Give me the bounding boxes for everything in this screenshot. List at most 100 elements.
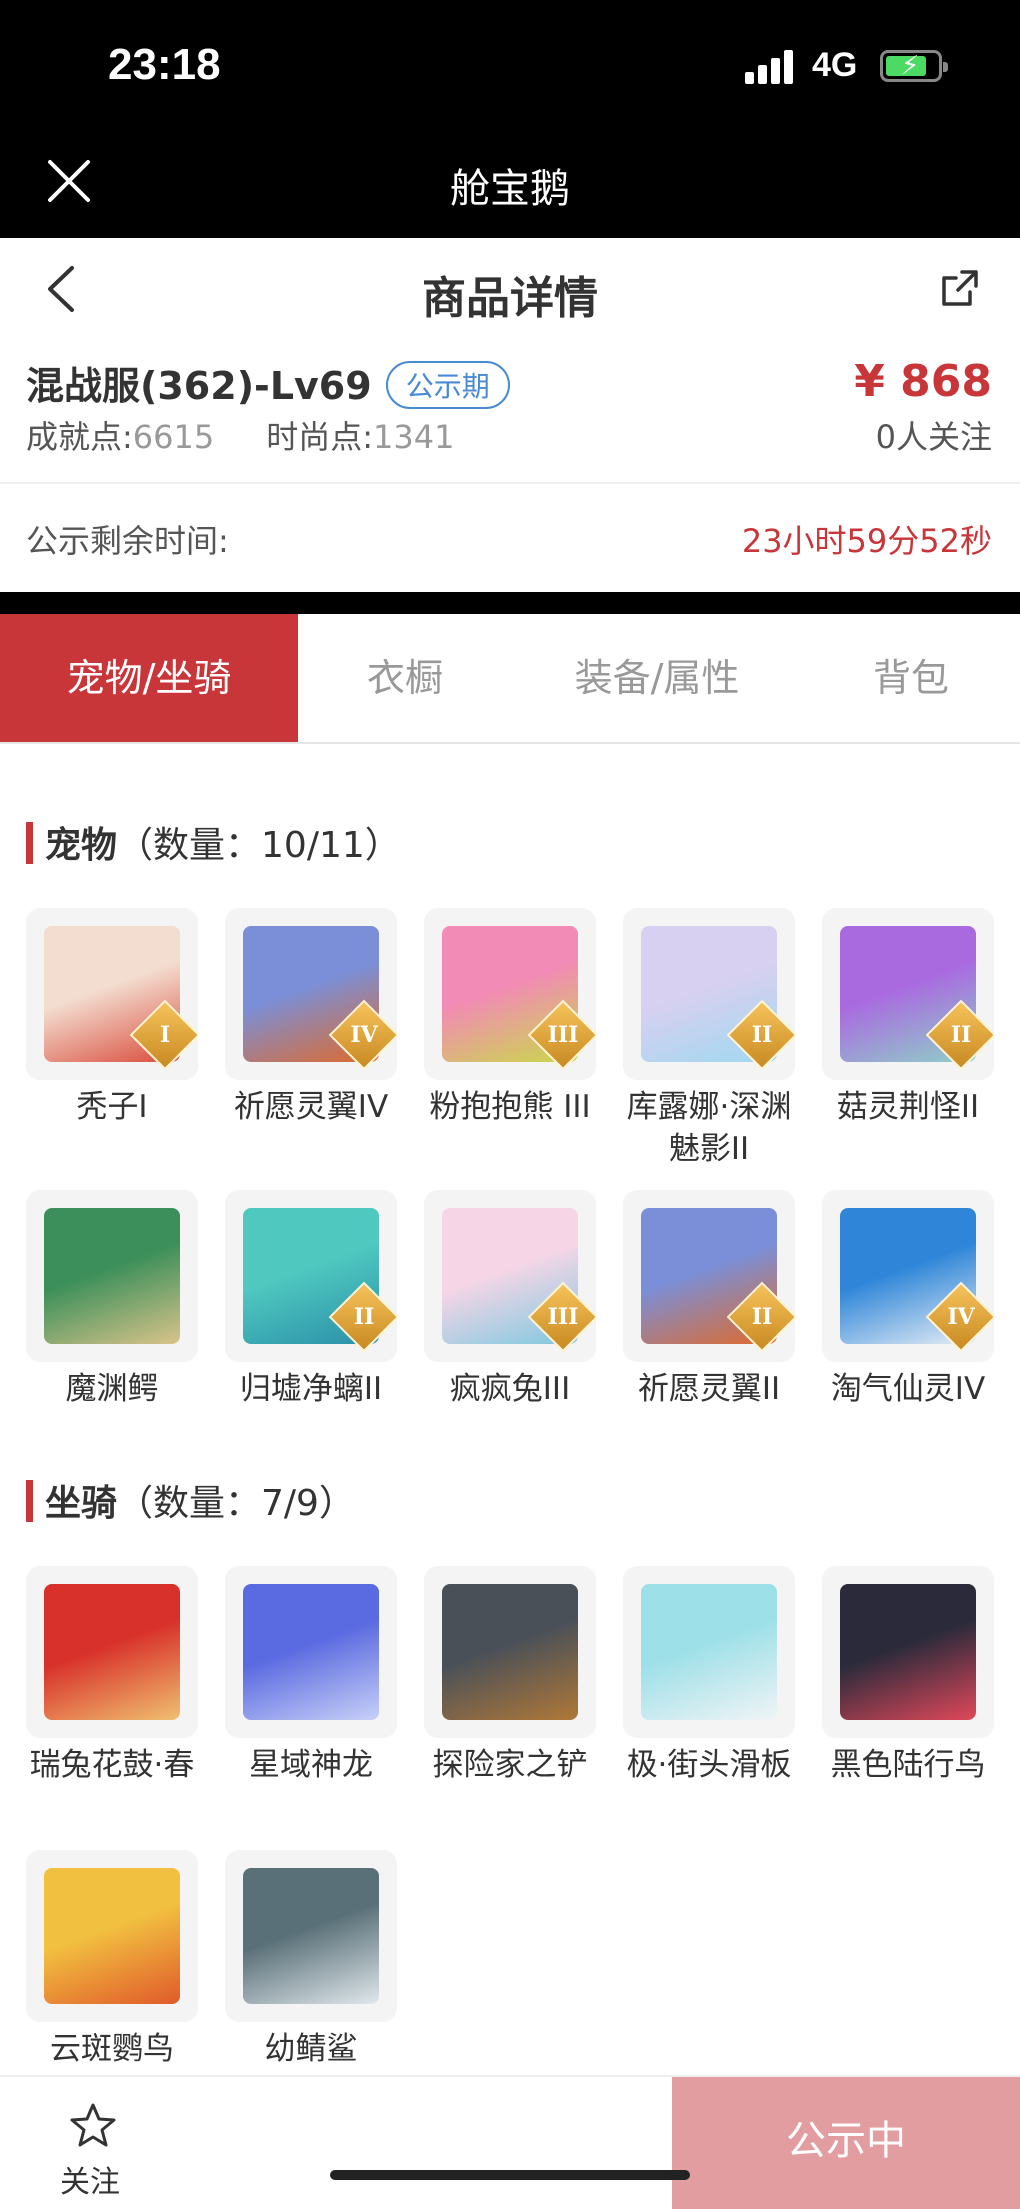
star-icon[interactable] [68, 2101, 118, 2151]
item-image [243, 1868, 379, 2004]
item-thumbnail: IV [822, 1190, 994, 1362]
fashion-label: 时尚点: [266, 418, 374, 456]
item-image [840, 1584, 976, 1720]
pets-count: （数量：10/11） [117, 825, 401, 866]
item-name: 淘气仙灵IV [830, 1371, 986, 1407]
item-image [44, 1208, 180, 1344]
grade-label: II [751, 1022, 773, 1048]
item-thumbnail: II [623, 1190, 795, 1362]
follow-button-label[interactable]: 关注 [60, 2157, 120, 2201]
share-icon[interactable] [940, 268, 980, 308]
signal-icon [745, 50, 795, 84]
item-thumbnail [26, 1190, 198, 1362]
item-name: 星域神龙 [249, 1747, 373, 1783]
item-name: 云斑鹦鸟 [50, 2031, 174, 2067]
achievement-value: 6615 [132, 418, 215, 456]
item-name: 极·街头滑板 [626, 1747, 792, 1783]
grade-label: III [547, 1022, 579, 1048]
tab-wardrobe[interactable]: 衣橱 [298, 614, 512, 742]
item-thumbnail [822, 1566, 994, 1738]
grade-label: II [353, 1304, 375, 1330]
item-name: 菇灵荆怪II [836, 1089, 980, 1125]
grid-item[interactable]: II 祈愿灵翼II [623, 1190, 795, 1410]
item-thumbnail [424, 1566, 596, 1738]
app-nav-bar: 舱宝鹅 [0, 132, 1020, 238]
page-title: 商品详情 [422, 273, 598, 324]
follower-count: 0人关注 [875, 418, 992, 456]
item-name: 瑞兔花鼓·春 [29, 1747, 195, 1783]
grid-item[interactable]: IV 淘气仙灵IV [822, 1190, 994, 1410]
status-time: 23:18 [108, 40, 221, 89]
grid-item[interactable]: 星域神龙 [225, 1566, 397, 1786]
mounts-section-title: 坐骑（数量：7/9） [26, 1474, 355, 1526]
grid-item[interactable]: I 秃子I [26, 908, 198, 1128]
network-type: 4G [812, 46, 858, 84]
item-image [44, 1584, 180, 1720]
item-thumbnail: III [424, 908, 596, 1080]
product-title: 混战服(362)-Lv69 [26, 364, 372, 408]
bottom-bar: 关注 公示中 [0, 2075, 1020, 2209]
remain-time-value: 23小时59分52秒 [741, 522, 992, 560]
section-separator [0, 592, 1020, 614]
grid-item[interactable]: II 归墟净螭II [225, 1190, 397, 1410]
grade-label: I [159, 1022, 171, 1048]
grid-item[interactable]: II 菇灵荆怪II [822, 908, 994, 1128]
item-name: 幼鲭鲨 [264, 2031, 358, 2067]
item-name: 祈愿灵翼IV [233, 1089, 389, 1125]
grid-item[interactable]: 瑞兔花鼓·春 [26, 1566, 198, 1786]
item-name: 探险家之铲 [432, 1747, 588, 1783]
item-thumbnail: I [26, 908, 198, 1080]
grid-item[interactable]: 云斑鹦鸟 [26, 1850, 198, 2070]
item-image [243, 1584, 379, 1720]
page-header: 商品详情 [0, 238, 1020, 342]
grid-item[interactable]: III 粉抱抱熊 III [424, 908, 596, 1128]
item-name: 疯疯兔III [449, 1371, 571, 1407]
grid-item[interactable]: II 库露娜·深渊魅影II [623, 908, 795, 1170]
home-indicator [330, 2170, 690, 2180]
pets-title: 宠物 [45, 825, 118, 866]
tab-backpack[interactable]: 背包 [802, 614, 1020, 742]
item-thumbnail [26, 1566, 198, 1738]
grid-item[interactable]: III 疯疯兔III [424, 1190, 596, 1410]
tab-bar: 宠物/坐骑 衣橱 装备/属性 背包 [0, 614, 1020, 744]
grid-item[interactable]: 魔渊鳄 [26, 1190, 198, 1410]
product-title-row: 混战服(362)-Lv69 公示期 [26, 355, 510, 413]
divider [0, 482, 1020, 484]
grid-item[interactable]: IV 祈愿灵翼IV [225, 908, 397, 1128]
battery-icon: ⚡ [880, 50, 948, 82]
status-bar: 23:18 4G ⚡ [0, 0, 1020, 132]
item-thumbnail: III [424, 1190, 596, 1362]
mounts-count: （数量：7/9） [117, 1483, 355, 1524]
item-thumbnail: IV [225, 908, 397, 1080]
tab-pets-mounts[interactable]: 宠物/坐骑 [0, 614, 298, 742]
item-thumbnail: II [822, 908, 994, 1080]
tab-equipment[interactable]: 装备/属性 [512, 614, 802, 742]
grade-label: IV [350, 1022, 378, 1048]
grade-label: II [751, 1304, 773, 1330]
product-price: ¥ 868 [854, 356, 992, 407]
pets-section-title: 宠物（数量：10/11） [26, 816, 401, 868]
item-name: 秃子I [76, 1089, 148, 1125]
status-button[interactable]: 公示中 [672, 2077, 1020, 2209]
fashion-value: 1341 [373, 418, 455, 456]
grid-item[interactable]: 探险家之铲 [424, 1566, 596, 1786]
item-thumbnail: II [623, 908, 795, 1080]
item-thumbnail: II [225, 1190, 397, 1362]
grade-label: II [950, 1022, 972, 1048]
product-stats: 成就点:6615 时尚点:1341 [26, 412, 454, 458]
grid-item[interactable]: 幼鲭鲨 [225, 1850, 397, 2070]
item-name: 粉抱抱熊 III [429, 1089, 591, 1125]
item-thumbnail [26, 1850, 198, 2022]
item-thumbnail [225, 1850, 397, 2022]
item-name: 黑色陆行鸟 [830, 1747, 986, 1783]
item-name: 归墟净螭II [239, 1371, 383, 1407]
mounts-title: 坐骑 [45, 1483, 118, 1524]
item-image [641, 1584, 777, 1720]
grid-item[interactable]: 极·街头滑板 [623, 1566, 795, 1786]
item-image [44, 1868, 180, 2004]
remain-time-label: 公示剩余时间: [26, 522, 229, 560]
item-name: 祈愿灵翼II [637, 1371, 781, 1407]
grid-item[interactable]: 黑色陆行鸟 [822, 1566, 994, 1786]
item-name: 库露娜·深渊魅影II [626, 1089, 792, 1167]
status-badge: 公示期 [385, 360, 510, 409]
